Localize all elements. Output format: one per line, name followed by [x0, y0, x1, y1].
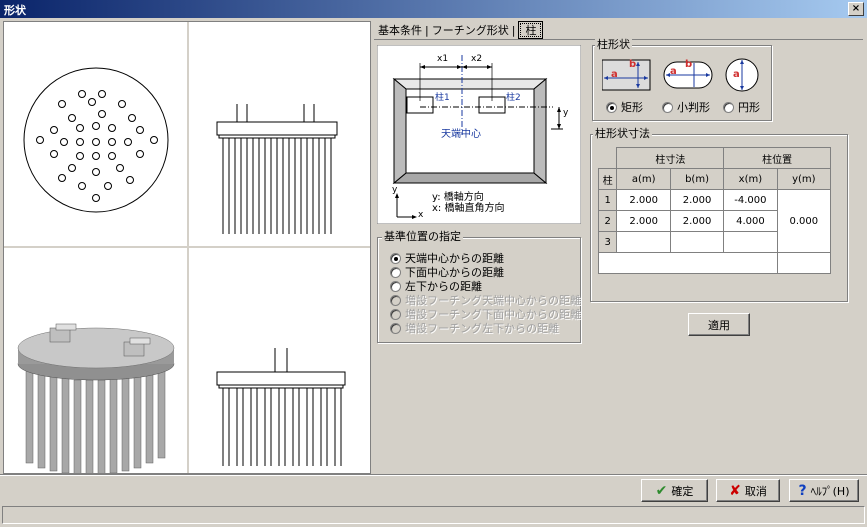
- axis-y-label: y: [392, 185, 398, 195]
- dim-x1-label: x1: [437, 54, 449, 64]
- cross-icon: ✘: [729, 482, 741, 499]
- rect-icon-a: a: [611, 69, 618, 80]
- radio-dot: [662, 101, 673, 113]
- tab-bar: 基本条件 | フーチング形状 | 柱: [375, 21, 544, 39]
- check-icon: ✔: [655, 482, 668, 499]
- cell-a[interactable]: [616, 231, 671, 253]
- radio-dot: [723, 101, 734, 113]
- dim-x2-label: x2: [471, 54, 483, 64]
- table-row: 1 2.000 2.000 -4.000 0.000: [597, 189, 832, 253]
- ref-ext-bottom-left-radio: 増設フーチング左下からの距離: [390, 320, 559, 336]
- cell-a[interactable]: 2.000: [616, 189, 671, 211]
- column-dims-title: 柱形状寸法: [593, 127, 652, 140]
- oval-icon-b: b: [685, 59, 693, 70]
- cancel-button[interactable]: ✘ 取消: [716, 479, 780, 502]
- top-center-label: 天端中心: [441, 129, 481, 140]
- header-x: x(m): [723, 168, 778, 190]
- help-icon: ?: [798, 482, 807, 499]
- cell-b[interactable]: 2.000: [669, 189, 725, 211]
- 3d-view[interactable]: [4, 248, 187, 473]
- header-y: y(m): [776, 168, 832, 190]
- header-position: 柱位置: [723, 147, 831, 169]
- header-size: 柱寸法: [616, 147, 725, 169]
- header-b: b(m): [669, 168, 725, 190]
- radio-dot: [390, 280, 401, 292]
- window-title: 形状: [4, 4, 26, 17]
- shape-oval-radio[interactable]: 小判形: [662, 99, 710, 115]
- radio-dot: [606, 101, 617, 113]
- side-view[interactable]: [189, 22, 370, 246]
- tab-basic-conditions[interactable]: 基本条件: [375, 22, 425, 38]
- cell-x[interactable]: [723, 231, 778, 253]
- column1-label: 柱1: [435, 93, 450, 103]
- radio-dot: [390, 294, 401, 306]
- legend-x: x: 橋軸直角方向: [432, 203, 505, 214]
- axis-x-label: x: [418, 210, 424, 220]
- ok-button[interactable]: ✔ 確定: [641, 479, 708, 502]
- header-a: a(m): [616, 168, 671, 190]
- apply-button[interactable]: 適用: [688, 313, 750, 336]
- view-area: [3, 21, 371, 474]
- front-view[interactable]: [189, 248, 370, 473]
- shape-rect-radio[interactable]: 矩形: [606, 99, 643, 115]
- cell-b[interactable]: 2.000: [669, 210, 725, 232]
- legend-y: y: 橋軸方向: [432, 192, 484, 203]
- header-col: 柱: [597, 168, 618, 190]
- column-dims-table: 柱寸法 柱位置 柱 a(m) b(m) x(m) y(m) 1 2.000 2.…: [597, 147, 832, 274]
- oval-icon-a: a: [670, 66, 677, 77]
- dim-y-label: y: [563, 108, 569, 118]
- help-button[interactable]: ? ﾍﾙﾌﾟ(H): [789, 479, 859, 502]
- column-shape-title: 柱形状: [595, 38, 632, 51]
- tab-footing-shape[interactable]: フーチング形状: [429, 22, 512, 38]
- title-bar: 形状 ×: [0, 0, 867, 18]
- reference-position-title: 基準位置の指定: [382, 230, 463, 243]
- radio-dot: [390, 322, 401, 334]
- circle-icon-a: a: [733, 69, 740, 80]
- radio-dot: [390, 308, 401, 320]
- shape-circle-radio[interactable]: 円形: [723, 99, 760, 115]
- plan-view[interactable]: [4, 22, 187, 246]
- status-bar: [2, 506, 865, 524]
- cell-b[interactable]: [669, 231, 725, 253]
- cell-x[interactable]: -4.000: [723, 189, 778, 211]
- tab-column[interactable]: 柱: [518, 21, 544, 39]
- close-button[interactable]: ×: [848, 2, 864, 16]
- cell-x[interactable]: 4.000: [723, 210, 778, 232]
- rect-icon-b: b: [629, 59, 637, 70]
- cell-a[interactable]: 2.000: [616, 210, 671, 232]
- radio-dot: [390, 252, 401, 264]
- cell-y[interactable]: 0.000: [776, 189, 832, 253]
- column2-label: 柱2: [506, 93, 521, 103]
- radio-dot: [390, 266, 401, 278]
